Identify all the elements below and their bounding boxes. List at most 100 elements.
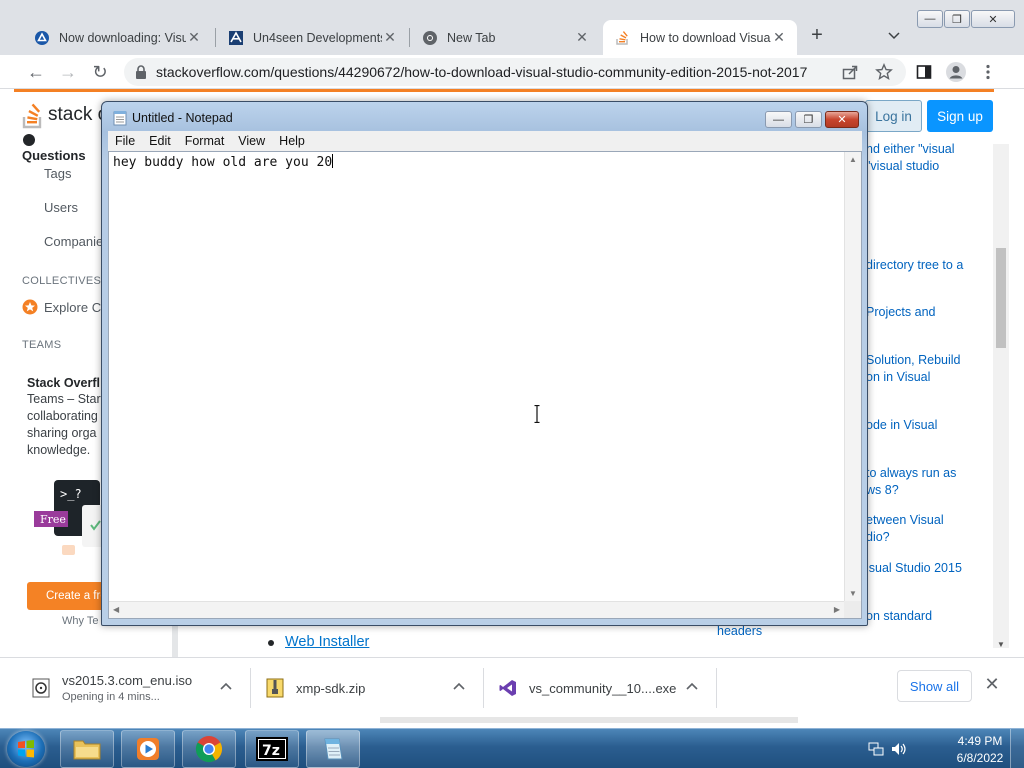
new-tab-button[interactable]: + (805, 24, 829, 48)
tab-close-icon[interactable]: ✕ (186, 29, 202, 46)
share-icon[interactable] (838, 60, 862, 84)
maximize-button[interactable]: ❐ (795, 111, 822, 128)
chevron-up-icon[interactable] (453, 678, 465, 693)
menu-format[interactable]: Format (178, 134, 232, 148)
page-scrollbar[interactable] (993, 144, 1009, 648)
size-grip[interactable] (844, 601, 861, 618)
ibeam-cursor-icon (534, 405, 540, 423)
signup-button[interactable]: Sign up (927, 100, 993, 132)
tab-strip: Now downloading: Visual Studio ✕ Un4seen… (0, 0, 1024, 55)
reload-button[interactable]: ↻ (88, 60, 112, 84)
lock-icon[interactable] (134, 64, 148, 80)
login-button[interactable]: Log in (865, 100, 922, 132)
notepad-window[interactable]: Untitled - Notepad — ❐ ✕ File Edit Forma… (101, 101, 868, 626)
clock-time[interactable]: 4:49 PM (950, 734, 1010, 748)
chevron-up-icon[interactable] (220, 678, 232, 693)
text-caret (332, 154, 334, 168)
tab-close-icon[interactable]: ✕ (574, 29, 590, 46)
tab-visual-studio-download[interactable]: Now downloading: Visual Studio ✕ (22, 20, 212, 55)
tab-un4seen[interactable]: Un4seen Developments ✕ (216, 20, 408, 55)
nav-tags[interactable]: Tags (44, 166, 71, 181)
explore-collectives[interactable]: Explore Co (22, 299, 108, 315)
taskbar-chrome[interactable] (182, 730, 236, 768)
tab-title: How to download Visual Studio (640, 30, 771, 45)
notepad-vertical-scrollbar[interactable]: ▲ ▼ (844, 152, 861, 601)
nav-questions[interactable]: Questions (22, 133, 102, 163)
media-player-icon (137, 738, 159, 760)
nav-companies[interactable]: Companie (44, 234, 103, 249)
taskbar-media-player[interactable] (121, 730, 175, 768)
download-item[interactable]: xmp-sdk.zip (266, 658, 446, 718)
system-tray: 4:49 PM 6/8/2022 (862, 729, 1024, 768)
download-item[interactable]: vs2015.3.com_enu.iso Opening in 4 mins..… (32, 658, 242, 718)
tab-stackoverflow-active[interactable]: How to download Visual Studio ✕ (603, 20, 797, 55)
close-button[interactable]: ✕ (971, 10, 1015, 28)
nav-users[interactable]: Users (44, 200, 78, 215)
more-menu-icon[interactable] (976, 60, 1000, 84)
scroll-down-arrow-icon[interactable]: ▼ (993, 640, 1009, 654)
clock-date[interactable]: 6/8/2022 (950, 751, 1010, 765)
notepad-horizontal-scrollbar[interactable]: ◀ ▶ (109, 601, 844, 618)
related-link[interactable]: on standard (866, 608, 1006, 625)
notepad-text-line: hey buddy how old are you 20 (113, 154, 334, 170)
maximize-button[interactable]: ❐ (944, 10, 970, 28)
close-button[interactable]: ✕ (825, 111, 859, 128)
minimize-button[interactable]: — (917, 10, 943, 28)
back-button[interactable]: ← (24, 60, 48, 84)
related-link[interactable]: Projects and (866, 304, 1006, 321)
scroll-down-arrow-icon[interactable]: ▼ (849, 589, 857, 598)
close-downloads-bar-icon[interactable]: ✕ (982, 674, 1002, 698)
taskbar-7zip[interactable]: 7z (245, 730, 299, 768)
side-panel-icon[interactable] (912, 60, 936, 84)
related-link[interactable]: isual Studio 2015 (866, 560, 1006, 577)
tab-close-icon[interactable]: ✕ (771, 29, 787, 46)
network-icon[interactable] (868, 741, 884, 757)
download-separator (716, 668, 717, 708)
menu-edit[interactable]: Edit (142, 134, 178, 148)
show-all-downloads-button[interactable]: Show all (897, 670, 972, 702)
address-bar[interactable]: stackoverflow.com/questions/44290672/how… (124, 58, 906, 86)
related-link[interactable]: Solution, Rebuild on in Visual (866, 352, 1006, 385)
stackoverflow-logo[interactable]: stack o (22, 101, 108, 129)
show-desktop-button[interactable] (1010, 729, 1024, 768)
forward-button[interactable]: → (56, 60, 80, 84)
create-free-team-button[interactable]: Create a fre (27, 582, 105, 610)
horizontal-scrollbar[interactable] (380, 717, 798, 723)
taskbar-notepad-active[interactable] (306, 730, 360, 768)
download-separator (250, 668, 251, 708)
notepad-window-controls: — ❐ ✕ (762, 111, 859, 128)
web-installer-link[interactable]: Web Installer (285, 634, 369, 650)
zip-file-icon (266, 678, 284, 698)
tab-new-tab[interactable]: New Tab ✕ (410, 20, 600, 55)
related-link[interactable]: directory tree to a (866, 257, 1006, 274)
nav-questions-label: Questions (22, 148, 86, 163)
volume-icon[interactable] (890, 741, 908, 757)
related-link[interactable]: etween Visual dio? (866, 512, 1006, 545)
stackoverflow-icon (615, 30, 631, 46)
scroll-left-arrow-icon[interactable]: ◀ (113, 605, 119, 614)
chevron-up-icon[interactable] (686, 678, 698, 693)
menu-help[interactable]: Help (272, 134, 312, 148)
related-link[interactable]: ode in Visual (866, 417, 1006, 434)
tab-close-icon[interactable]: ✕ (382, 29, 398, 46)
notepad-text-area[interactable]: hey buddy how old are you 20 ▲ ▼ ◀ ▶ (108, 151, 862, 619)
taskbar-explorer[interactable] (60, 730, 114, 768)
menu-file[interactable]: File (108, 134, 142, 148)
scroll-right-arrow-icon[interactable]: ▶ (834, 605, 840, 614)
related-link[interactable]: headers (717, 624, 762, 638)
scroll-up-arrow-icon[interactable]: ▲ (849, 155, 857, 164)
tab-search-button[interactable] (882, 24, 906, 48)
globe-icon (23, 134, 35, 146)
start-button[interactable] (7, 731, 45, 767)
why-teams-link[interactable]: Why Te (62, 615, 98, 627)
minimize-button[interactable]: — (765, 111, 792, 128)
bookmark-star-icon[interactable] (872, 60, 896, 84)
related-link[interactable]: nd either "visual "visual studio (866, 141, 1006, 174)
related-link[interactable]: to always run as ws 8? (866, 465, 1006, 498)
page-scrollbar-thumb[interactable] (996, 248, 1006, 348)
profile-avatar-icon[interactable] (944, 60, 968, 84)
download-item[interactable]: vs_community__10....exe (499, 658, 689, 718)
menu-view[interactable]: View (231, 134, 272, 148)
chevron-down-icon (888, 32, 900, 40)
download-filename: vs2015.3.com_enu.iso (62, 673, 193, 688)
